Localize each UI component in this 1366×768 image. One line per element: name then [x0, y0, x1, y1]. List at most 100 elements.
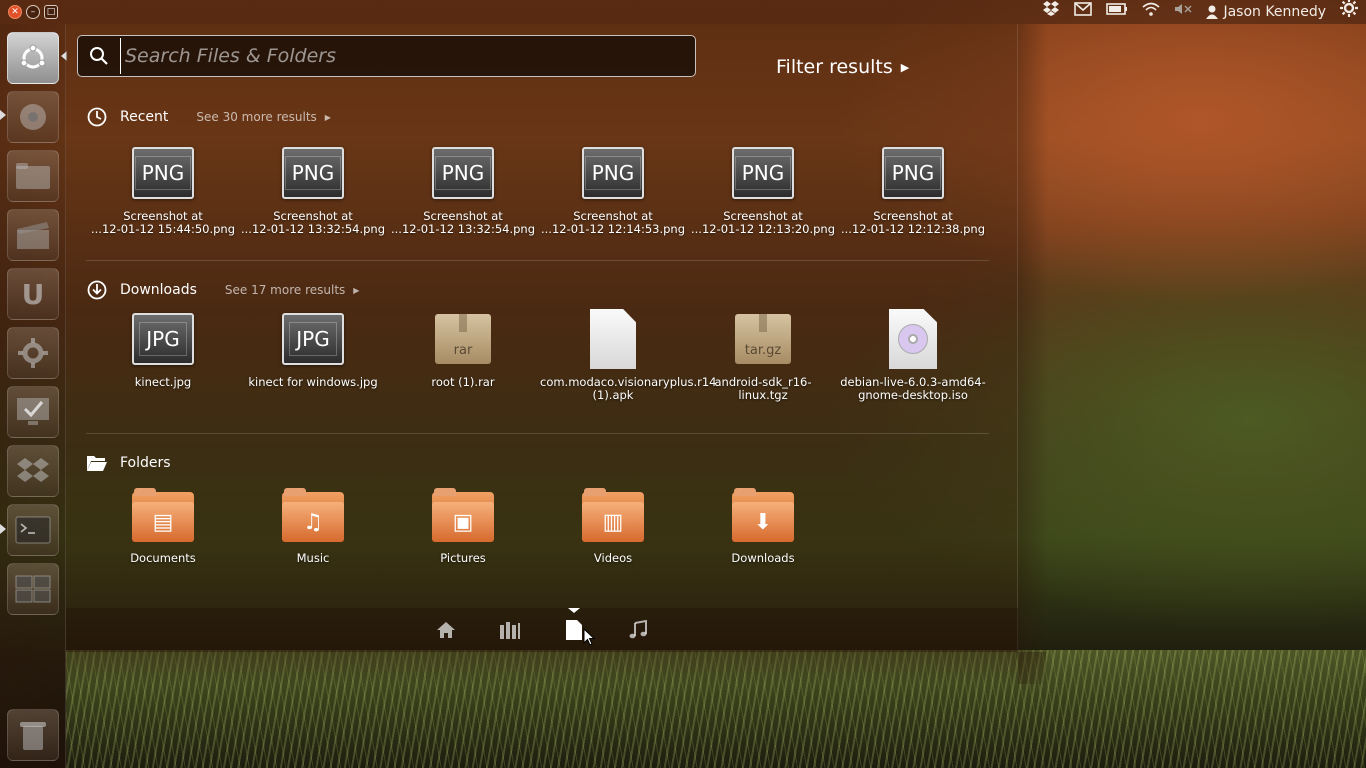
- mail-icon[interactable]: [1074, 0, 1093, 24]
- launcher-ubuntu-one[interactable]: U: [7, 268, 59, 320]
- folder-label: Pictures: [440, 551, 486, 565]
- music-lens-button[interactable]: [626, 618, 650, 642]
- download-circle-icon: [86, 279, 108, 301]
- launcher-running-pip-terminal: [0, 524, 6, 534]
- battery-icon[interactable]: [1106, 0, 1128, 24]
- file-type-badge: PNG: [884, 156, 942, 190]
- dropbox-icon[interactable]: [1042, 0, 1060, 24]
- download-file-tile[interactable]: rar root (1).rar: [388, 308, 538, 402]
- launcher-workspaces[interactable]: [7, 563, 59, 615]
- indicator-area: Jason Kennedy: [1042, 0, 1366, 25]
- folder-tile[interactable]: ▥ Videos: [538, 484, 688, 565]
- volume-muted-icon[interactable]: [1174, 0, 1192, 24]
- recent-file-tile[interactable]: PNG Screenshot at ...12-01-12 15:44:50.pn…: [88, 142, 238, 236]
- home-lens-button[interactable]: [434, 618, 458, 642]
- file-thumbnail: [590, 308, 636, 370]
- launcher-system-settings[interactable]: [7, 327, 59, 379]
- file-label: kinect.jpg: [134, 375, 192, 389]
- file-type-badge: PNG: [434, 156, 492, 190]
- dropbox-app-icon: [17, 458, 49, 482]
- launcher-system-monitor[interactable]: [7, 386, 59, 438]
- folder-tile[interactable]: ▤ Documents: [88, 484, 238, 565]
- terminal-icon: [15, 516, 51, 544]
- folder-label: Documents: [130, 551, 196, 565]
- triangle-right-icon: ▶: [353, 285, 360, 295]
- wifi-icon[interactable]: [1142, 0, 1160, 24]
- recent-file-tile[interactable]: PNG Screenshot at ...12-01-12 13:32:54.pn…: [388, 142, 538, 236]
- launcher: U: [0, 24, 67, 768]
- folder-tile[interactable]: ♫ Music: [238, 484, 388, 565]
- user-menu[interactable]: Jason Kennedy: [1206, 0, 1326, 24]
- window-controls: ✕ – □: [8, 5, 58, 19]
- recent-file-tile[interactable]: PNG Screenshot at ...12-01-12 12:14:53.pn…: [538, 142, 688, 236]
- applications-icon: [500, 622, 520, 639]
- file-label: Screenshot at ...12-01-12 12:14:53.png: [540, 210, 686, 236]
- download-file-tile[interactable]: tar.gz android-sdk_r16-linux.tgz: [688, 308, 838, 402]
- ubuntu-logo-icon: [20, 44, 46, 69]
- top-panel: ✕ – □ Jason Kennedy: [0, 0, 1366, 24]
- files-icon: [566, 620, 582, 640]
- file-thumbnail: rar: [435, 308, 491, 370]
- clapperboard-icon: [17, 222, 49, 249]
- filter-results-label: Filter results: [776, 56, 893, 78]
- category-separator: [86, 433, 989, 434]
- file-thumbnail: [889, 308, 937, 370]
- triangle-right-icon: ▶: [900, 60, 910, 74]
- close-button[interactable]: ✕: [8, 5, 22, 19]
- recent-category-header: Recent See 30 more results ▶: [86, 106, 331, 128]
- recent-file-tile[interactable]: PNG Screenshot at ...12-01-12 12:13:20.pn…: [688, 142, 838, 236]
- launcher-chromium[interactable]: [7, 91, 59, 143]
- file-type-badge: PNG: [284, 156, 342, 190]
- maximize-button[interactable]: □: [44, 5, 58, 19]
- ubuntu-one-icon: U: [21, 277, 45, 311]
- file-label: kinect for windows.jpg: [248, 375, 378, 389]
- file-label: android-sdk_r16-linux.tgz: [714, 375, 812, 402]
- gear-icon[interactable]: [1340, 0, 1358, 25]
- download-file-tile[interactable]: JPG kinect.jpg: [88, 308, 238, 402]
- filter-results-button[interactable]: Filter results ▶: [776, 56, 909, 78]
- launcher-dropbox[interactable]: [7, 445, 59, 497]
- dash-edge: [1018, 24, 1048, 684]
- launcher-videos[interactable]: [7, 209, 59, 261]
- jpg-file-icon: JPG: [282, 313, 344, 365]
- file-label: debian-live-6.0.3-amd64-gnome-desktop.is…: [840, 375, 986, 402]
- generic-file-icon: [590, 309, 636, 369]
- launcher-terminal[interactable]: [7, 504, 59, 556]
- videos-folder-icon: ▥: [582, 488, 644, 542]
- folder-icon: [16, 163, 50, 189]
- file-type-badge: PNG: [134, 156, 192, 190]
- search-input[interactable]: [120, 38, 695, 74]
- folders-results-row: ▤ Documents ♫ Music ▣ Pictures ▥ Videos …: [88, 484, 838, 565]
- minimize-button[interactable]: –: [26, 5, 40, 19]
- downloads-see-more-link[interactable]: See 17 more results ▶: [225, 283, 360, 297]
- png-file-icon: PNG: [882, 147, 944, 199]
- file-thumbnail: tar.gz: [735, 308, 791, 370]
- downloads-folder-icon: ⬇: [732, 488, 794, 542]
- dash-edge-bottom: [66, 652, 1046, 684]
- file-label: Screenshot at ...12-01-12 13:32:54.png: [390, 210, 536, 236]
- jpg-file-icon: JPG: [132, 313, 194, 365]
- recent-file-tile[interactable]: PNG Screenshot at ...12-01-12 12:12:38.pn…: [838, 142, 988, 236]
- lens-bar: [66, 608, 1018, 652]
- file-label: Screenshot at ...12-01-12 12:12:38.png: [840, 210, 986, 236]
- download-file-tile[interactable]: JPG kinect for windows.jpg: [238, 308, 388, 402]
- recent-see-more-link[interactable]: See 30 more results ▶: [196, 110, 331, 124]
- recent-file-tile[interactable]: PNG Screenshot at ...12-01-12 13:32:54.pn…: [238, 142, 388, 236]
- launcher-trash[interactable]: [7, 709, 59, 761]
- disc-image-icon: [889, 309, 937, 369]
- dash-home-button[interactable]: [7, 32, 59, 84]
- folders-category-header: Folders: [86, 452, 171, 474]
- launcher-files[interactable]: [7, 150, 59, 202]
- folder-thumbnail: ▥: [582, 484, 644, 546]
- folder-tile[interactable]: ⬇ Downloads: [688, 484, 838, 565]
- file-label-line2: ...12-01-12 15:44:50.png: [90, 222, 235, 236]
- applications-lens-button[interactable]: [498, 618, 522, 642]
- folder-tile[interactable]: ▣ Pictures: [388, 484, 538, 565]
- search-box[interactable]: [77, 35, 696, 77]
- file-thumbnail: PNG: [132, 142, 194, 204]
- download-file-tile[interactable]: debian-live-6.0.3-amd64-gnome-desktop.is…: [838, 308, 988, 402]
- png-file-icon: PNG: [732, 147, 794, 199]
- download-file-tile[interactable]: com.modaco.visionaryplus.r14 (1).apk: [538, 308, 717, 402]
- search-icon: [78, 36, 120, 76]
- file-thumbnail: PNG: [432, 142, 494, 204]
